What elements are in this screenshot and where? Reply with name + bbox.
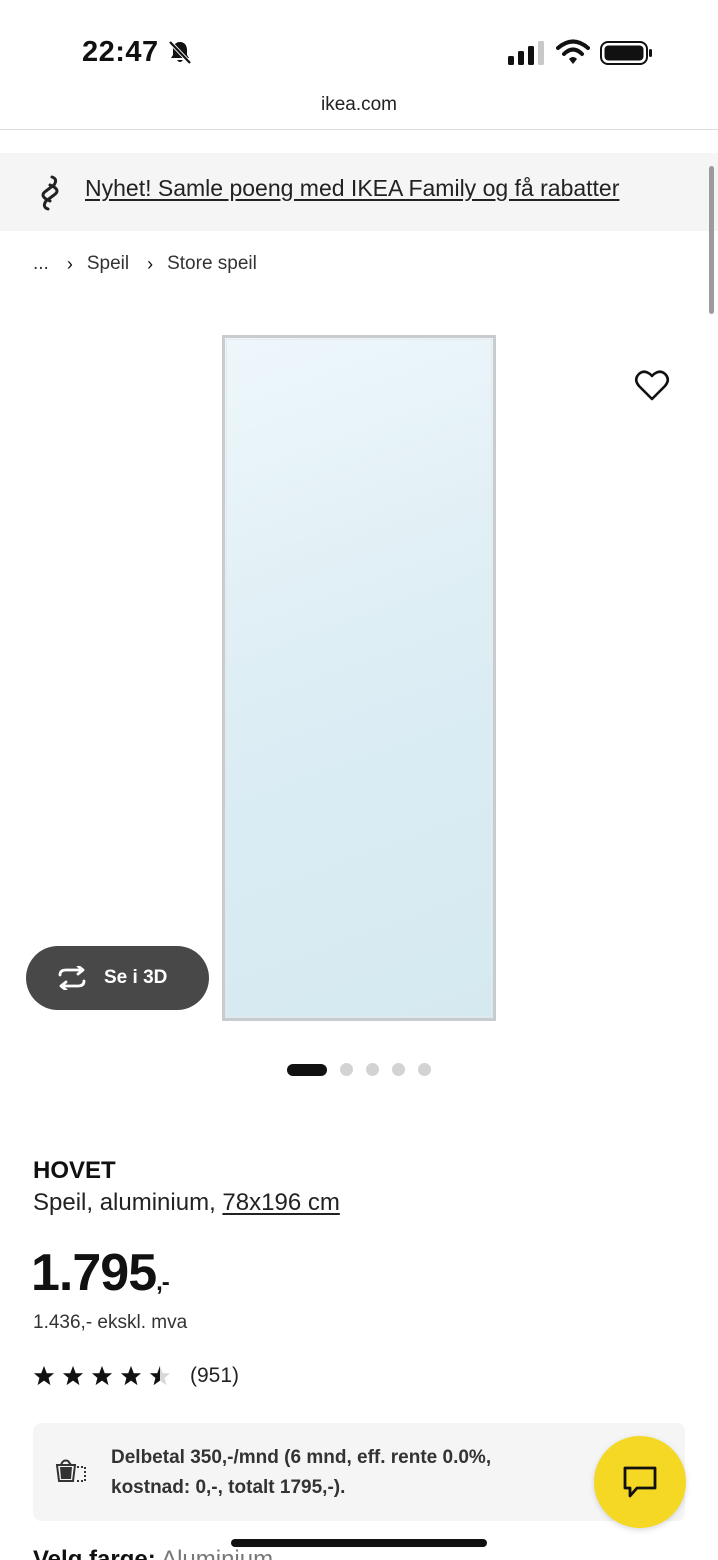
breadcrumb-ellipsis[interactable]: ... [33, 253, 49, 275]
financing-line-2: kostnad: 0,-, totalt 1795,-). [111, 1477, 346, 1498]
home-indicator[interactable] [231, 1539, 487, 1547]
star-full-icon [120, 1365, 142, 1386]
page-scrollbar[interactable] [709, 166, 714, 314]
heart-icon[interactable] [634, 368, 670, 402]
product-size-link[interactable]: 78x196 cm [222, 1189, 339, 1216]
color-selector[interactable]: Velg farge: Aluminium [33, 1546, 273, 1560]
carousel-dot[interactable] [366, 1063, 379, 1076]
breadcrumb-item-speil[interactable]: Speil [87, 253, 129, 275]
price-suffix: ,- [156, 1269, 170, 1296]
star-full-icon [62, 1365, 84, 1386]
breadcrumb-item-store-speil[interactable]: Store speil [167, 253, 257, 275]
carousel-pagination [287, 1063, 444, 1076]
star-half-icon [149, 1365, 171, 1386]
star-full-icon [91, 1365, 113, 1386]
carousel-dot[interactable] [340, 1063, 353, 1076]
financing-text: Delbetal 350,-/mnd (6 mnd, eff. rente 0.… [111, 1443, 491, 1503]
browser-url-bar[interactable]: ikea.com [0, 84, 718, 130]
see-in-3d-label: Se i 3D [104, 967, 168, 988]
chat-icon [623, 1466, 657, 1498]
ikea-family-icon [41, 175, 59, 211]
color-selector-value: Aluminium [161, 1546, 274, 1560]
promo-link[interactable]: Nyhet! Samle poeng med IKEA Family og få… [85, 175, 619, 202]
status-bar: 22:47 [0, 0, 718, 84]
product-description-text: Speil, aluminium, [33, 1189, 223, 1216]
product-name: HOVET [33, 1157, 116, 1184]
installment-icon [55, 1459, 86, 1482]
color-selector-label: Velg farge: [33, 1546, 156, 1560]
promo-banner[interactable]: Nyhet! Samle poeng med IKEA Family og få… [0, 153, 718, 231]
product-rating[interactable]: (951) [33, 1364, 239, 1388]
rotate-3d-icon [58, 966, 86, 990]
product-price: 1.795,- [31, 1243, 170, 1303]
see-in-3d-button[interactable]: Se i 3D [26, 946, 209, 1010]
product-description: Speil, aluminium, 78x196 cm [33, 1189, 340, 1217]
url-text: ikea.com [320, 94, 398, 115]
chevron-right-icon: › [147, 253, 154, 274]
carousel-dot[interactable] [392, 1063, 405, 1076]
wifi-icon [556, 39, 590, 64]
chat-button[interactable] [594, 1436, 686, 1528]
star-full-icon [33, 1365, 55, 1386]
price-value: 1.795 [31, 1244, 157, 1302]
price-excl-vat: 1.436,- ekskl. mva [33, 1312, 188, 1333]
cellular-signal-icon [508, 41, 544, 65]
status-time: 22:47 [82, 36, 159, 68]
carousel-dot-active[interactable] [287, 1063, 327, 1076]
breadcrumb: ... › Speil › Store speil [33, 253, 257, 275]
financing-line-1: Delbetal 350,-/mnd (6 mnd, eff. rente 0.… [111, 1447, 492, 1468]
chevron-right-icon: › [66, 253, 73, 274]
carousel-dot[interactable] [418, 1063, 431, 1076]
rating-count: (951) [190, 1364, 240, 1387]
financing-info: Delbetal 350,-/mnd (6 mnd, eff. rente 0.… [33, 1423, 685, 1521]
product-image-mirror[interactable] [222, 335, 496, 1021]
bell-muted-icon [168, 40, 192, 65]
battery-icon [600, 41, 652, 65]
